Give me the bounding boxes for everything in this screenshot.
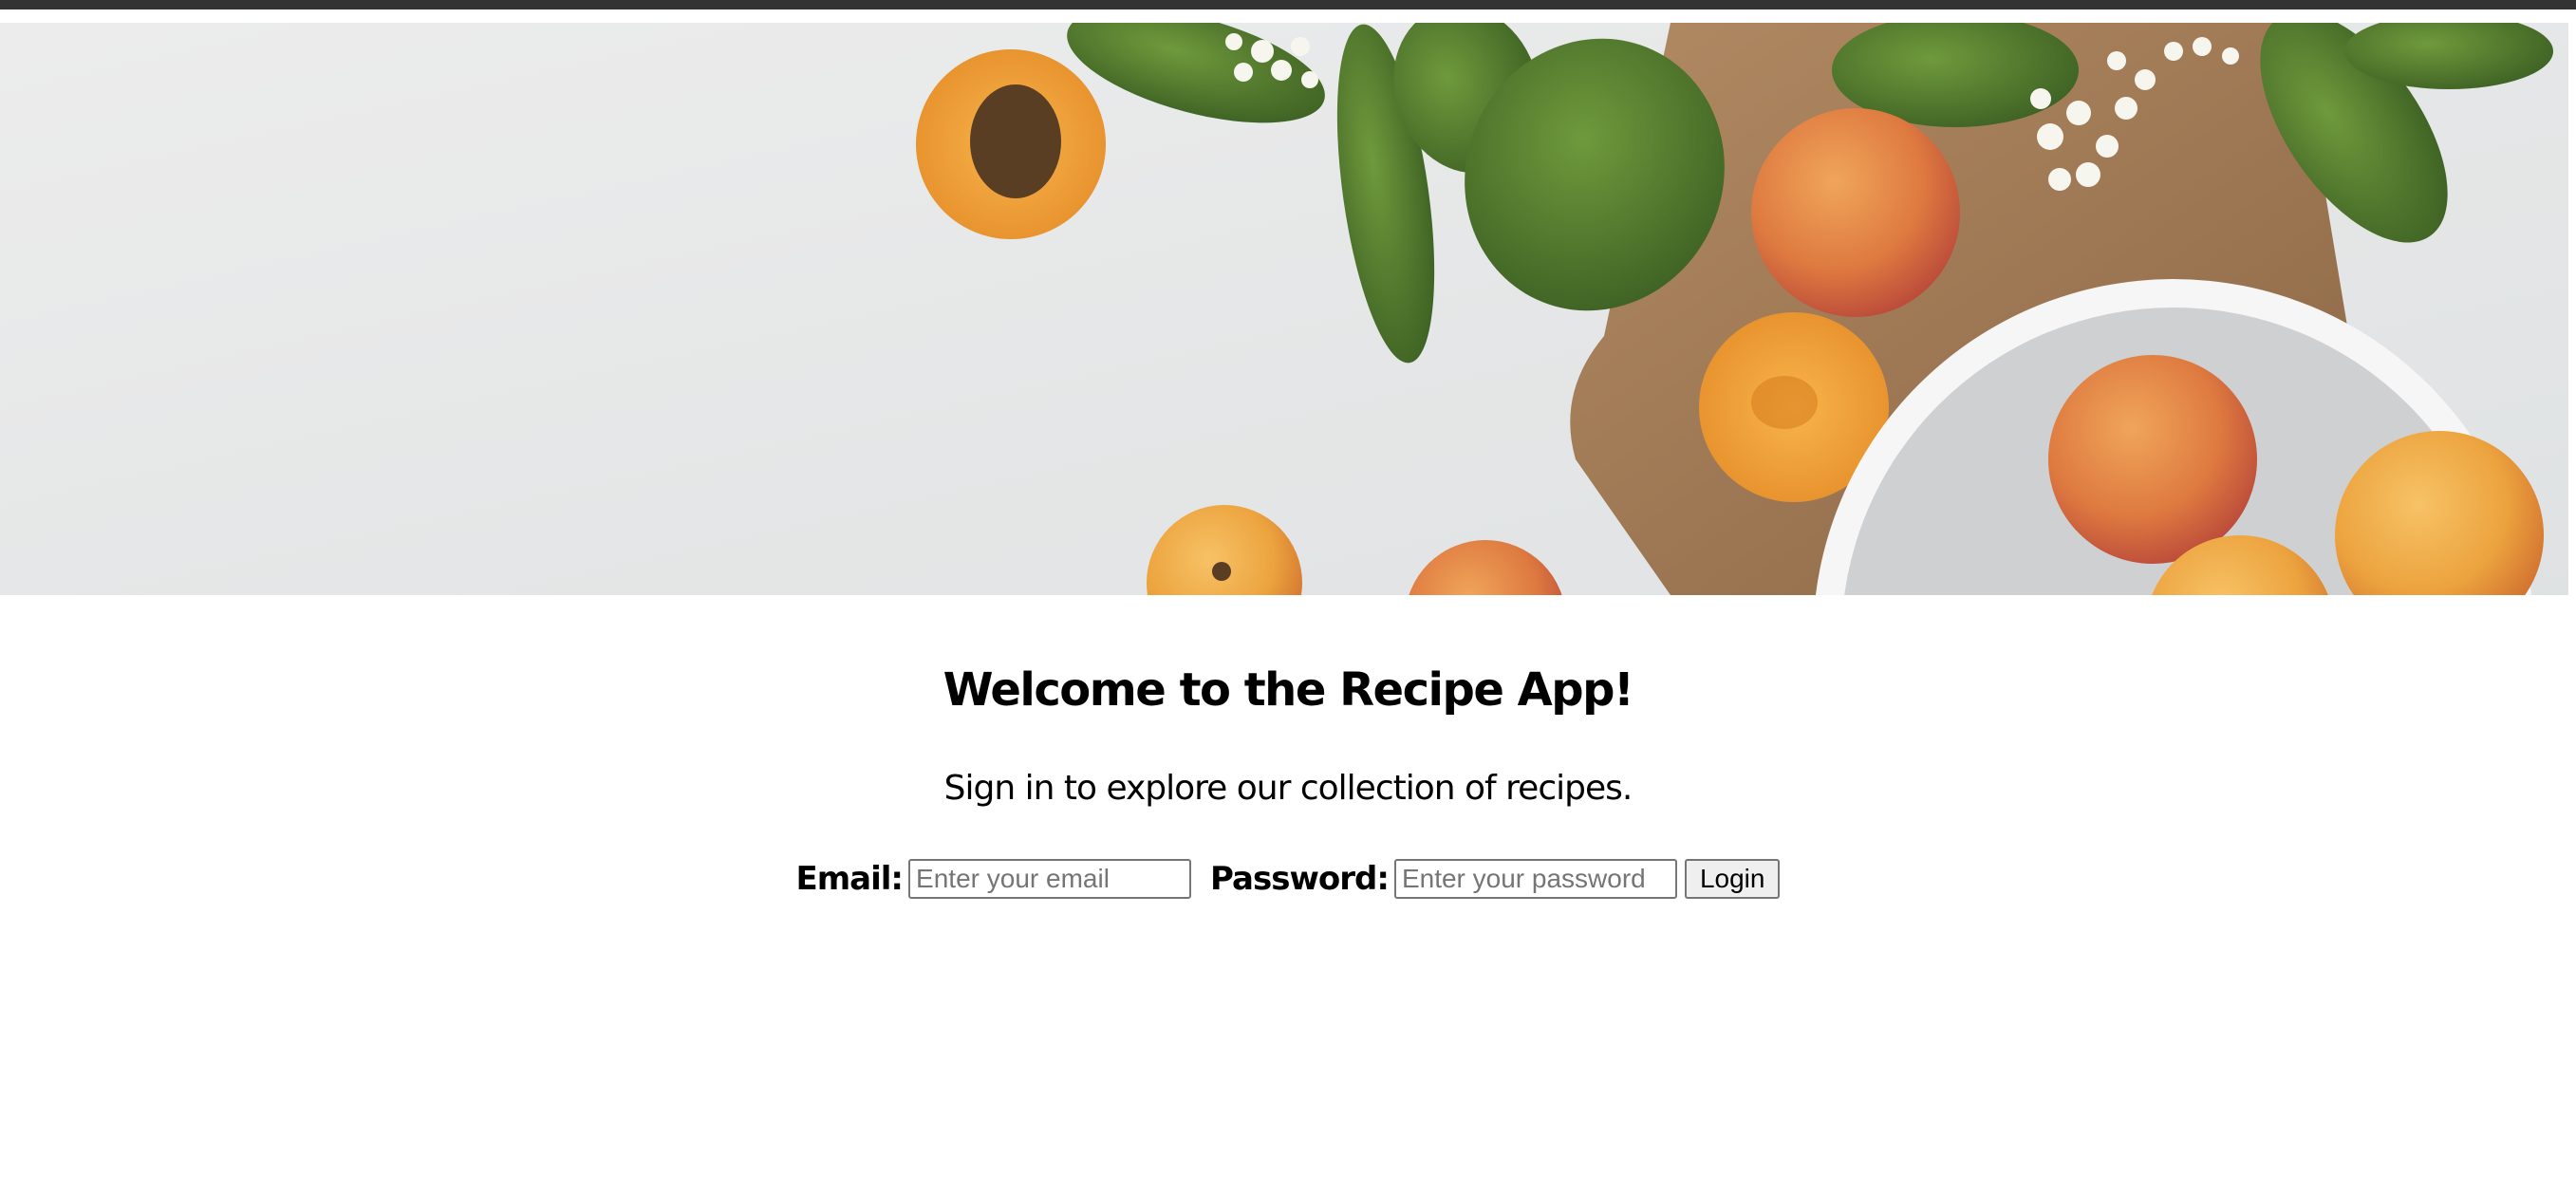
password-label: Password:	[1210, 860, 1390, 898]
page-subtitle: Sign in to explore our collection of rec…	[943, 769, 1633, 808]
page-title: Welcome to the Recipe App!	[943, 663, 1634, 717]
email-field[interactable]	[908, 859, 1192, 899]
login-form: Email: Password: Login	[0, 859, 2576, 899]
top-bar	[0, 0, 2576, 9]
hero-banner	[0, 23, 2568, 595]
login-button[interactable]: Login	[1684, 859, 1781, 899]
email-label: Email:	[795, 860, 905, 898]
password-field[interactable]	[1393, 859, 1677, 899]
apricots-banner-image	[0, 23, 2568, 595]
